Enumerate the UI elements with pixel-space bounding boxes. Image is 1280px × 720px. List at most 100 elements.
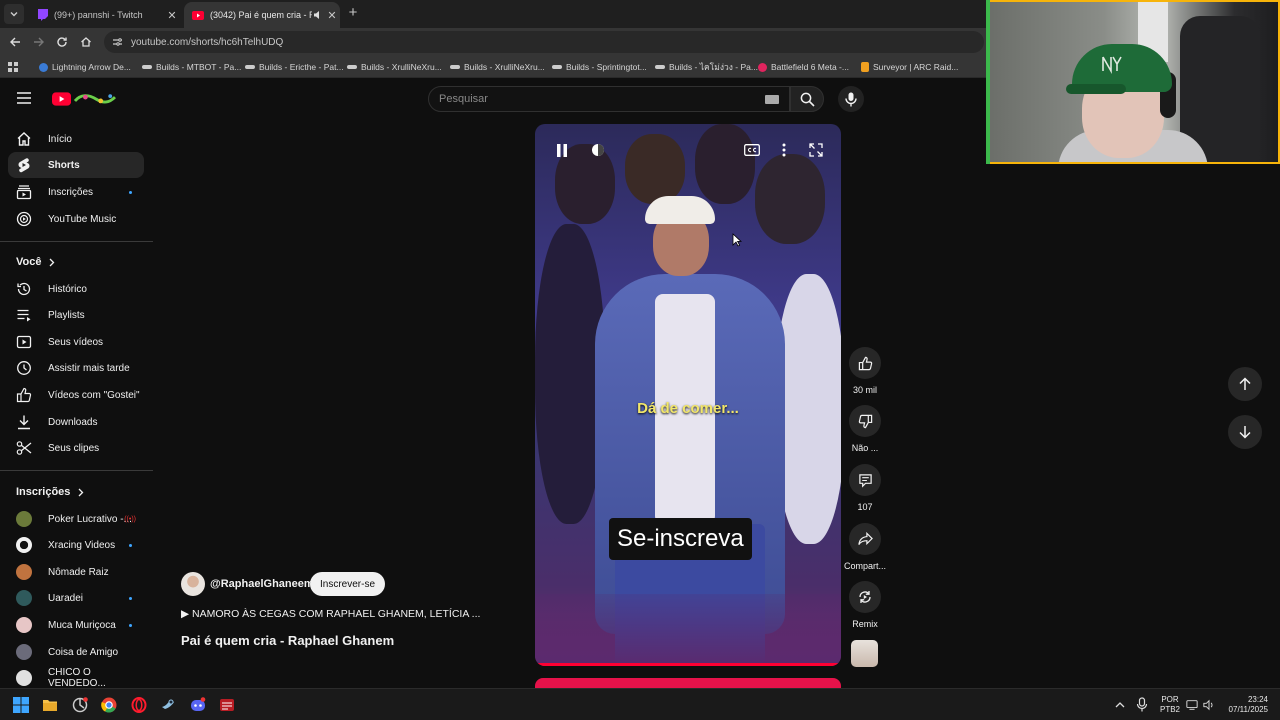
channel-avatar (16, 644, 32, 660)
subscribe-button[interactable]: Inscrever-se (310, 572, 386, 596)
speaker-icon[interactable] (312, 10, 324, 20)
bookmark-item[interactable]: Battlefield 6 Meta -... (758, 60, 849, 74)
reload-button[interactable] (54, 34, 70, 50)
bookmark-item[interactable]: Builds - XrulliNeXru... (347, 60, 442, 74)
subscription-channel[interactable]: Nômade Raiz (8, 559, 144, 585)
back-button[interactable] (7, 34, 23, 50)
bookmark-favicon-icon (552, 65, 562, 69)
network-icon[interactable] (1186, 697, 1198, 713)
bookmark-item[interactable]: Builds - Sprintingtot... (552, 60, 647, 74)
video-progress-bar[interactable] (535, 663, 841, 666)
sidebar-item-shorts[interactable]: Shorts (8, 152, 144, 178)
volume-button[interactable] (589, 142, 607, 158)
sidebar-item-history[interactable]: Histórico (8, 276, 144, 302)
menu-button[interactable] (16, 90, 32, 106)
sidebar-item-your-videos[interactable]: Seus vídeos (8, 329, 144, 355)
system-clock[interactable]: 23:24 07/11/2025 (1226, 695, 1268, 715)
home-button[interactable] (78, 34, 94, 50)
new-content-dot (129, 543, 132, 547)
gpu-app-icon[interactable] (72, 697, 88, 713)
subscription-channel[interactable]: Coisa de Amigo (8, 639, 144, 665)
subscription-channel[interactable]: Muca Muriçoca (8, 612, 144, 638)
bookmark-item[interactable]: Surveyor | ARC Raid... (861, 60, 958, 74)
remix-button[interactable] (849, 581, 881, 613)
playlist-link[interactable]: ▶ NAMORO ÀS CEGAS COM RAPHAEL GHANEM, LE… (181, 608, 480, 620)
sidebar-item-home[interactable]: Início (8, 126, 144, 152)
captions-icon (744, 144, 760, 156)
channel-name: Poker Lucrativo -... (48, 513, 132, 525)
next-short-button[interactable] (1228, 415, 1262, 449)
channel-name: CHICO O VENDEDO... (48, 667, 106, 689)
subscription-channel[interactable]: Uaradei (8, 585, 144, 611)
subscriptions-icon (16, 184, 32, 200)
bookmark-item[interactable]: Builds - Ericthe - Pat... (245, 60, 344, 74)
sidebar-item-youtube-music[interactable]: YouTube Music (8, 206, 144, 232)
new-tab-button[interactable]: + (344, 4, 362, 21)
youtube-logo[interactable] (52, 91, 116, 107)
watch-later-icon (16, 360, 32, 376)
subscribe-overlay-text: Se-inscreva (609, 518, 752, 560)
channel-avatar[interactable] (181, 572, 205, 596)
file-explorer-icon[interactable] (42, 697, 58, 713)
bookmark-item[interactable]: Builds - MTBOT - Pa... (142, 60, 241, 74)
dislike-button[interactable] (849, 405, 881, 437)
apps-grid-icon[interactable] (8, 62, 18, 72)
remix-icon (859, 591, 871, 603)
keyboard-language[interactable]: POR PTB2 (1160, 695, 1180, 715)
chrome-icon[interactable] (101, 697, 117, 713)
download-icon (16, 414, 32, 430)
site-info-icon[interactable] (112, 37, 123, 47)
voice-search-button[interactable] (838, 86, 864, 112)
more-options-button[interactable] (775, 142, 793, 158)
sidebar-item-playlists[interactable]: Playlists (8, 302, 144, 328)
discord-icon[interactable] (190, 697, 206, 713)
next-short-preview[interactable] (535, 678, 841, 688)
sidebar-item-liked-videos[interactable]: Vídeos com "Gostei" (8, 382, 144, 408)
search-input[interactable] (439, 93, 739, 105)
close-tab-icon[interactable]: ✕ (164, 9, 180, 22)
channel-name[interactable]: @RaphaelGhaneem (210, 578, 314, 590)
forward-button[interactable] (31, 34, 47, 50)
browser-tab-twitch[interactable]: (99+) pannshi - Twitch ✕ (28, 2, 180, 28)
microphone-icon[interactable] (1136, 697, 1148, 713)
subscription-channel[interactable]: Poker Lucrativo -... ((•)) (8, 506, 144, 532)
chevron-up-icon[interactable] (1114, 697, 1126, 713)
browser-tab-youtube[interactable]: (3042) Pai é quem cria - Rap ✕ (184, 2, 340, 28)
pause-button[interactable] (553, 142, 571, 158)
windows-start-icon[interactable] (13, 697, 29, 713)
captions-button[interactable] (743, 142, 761, 158)
sidebar-item-watch-later[interactable]: Assistir mais tarde (8, 355, 144, 381)
search-box[interactable] (428, 86, 790, 112)
sidebar-you-heading[interactable]: Você (16, 256, 55, 268)
fullscreen-button[interactable] (807, 142, 825, 158)
speaker-icon[interactable] (1203, 697, 1215, 713)
share-button[interactable] (849, 523, 881, 555)
bookmark-item[interactable]: Lightning Arrow De... (39, 60, 131, 74)
sidebar-item-downloads[interactable]: Downloads (8, 409, 144, 435)
video-title[interactable]: Pai é quem cria - Raphael Ghanem (181, 633, 394, 648)
shorts-video-player[interactable]: Dá de comer... Se-inscreva (535, 124, 841, 666)
opera-icon[interactable] (131, 697, 147, 713)
tab-search-button[interactable] (4, 4, 24, 24)
cap-logo-icon (1102, 56, 1122, 74)
previous-short-button[interactable] (1228, 367, 1262, 401)
channel-avatar (16, 511, 32, 527)
video-caption: Dá de comer... (637, 400, 739, 417)
sidebar-item-subscriptions[interactable]: Inscrições (8, 179, 144, 205)
sidebar-item-clips[interactable]: Seus clipes (8, 435, 144, 461)
address-bar[interactable]: youtube.com/shorts/hc6hTelhUDQ (104, 31, 984, 53)
bookmark-item[interactable]: Builds - ไคโม่ง่วง - Pa... (655, 60, 758, 74)
sidebar-subscriptions-heading[interactable]: Inscrições (16, 486, 84, 498)
search-button[interactable] (790, 86, 824, 112)
home-icon (16, 131, 32, 147)
bookmark-item[interactable]: Builds - XrulliNeXru... (450, 60, 545, 74)
game-app-icon[interactable] (219, 697, 235, 713)
comments-button[interactable] (849, 464, 881, 496)
close-tab-icon[interactable]: ✕ (324, 9, 340, 22)
microphone-icon (845, 92, 857, 106)
steam-icon[interactable] (160, 697, 176, 713)
keyboard-icon[interactable] (765, 95, 779, 104)
like-button[interactable] (849, 347, 881, 379)
sound-thumbnail[interactable] (851, 640, 878, 667)
subscription-channel[interactable]: Xracing Videos (8, 532, 144, 558)
